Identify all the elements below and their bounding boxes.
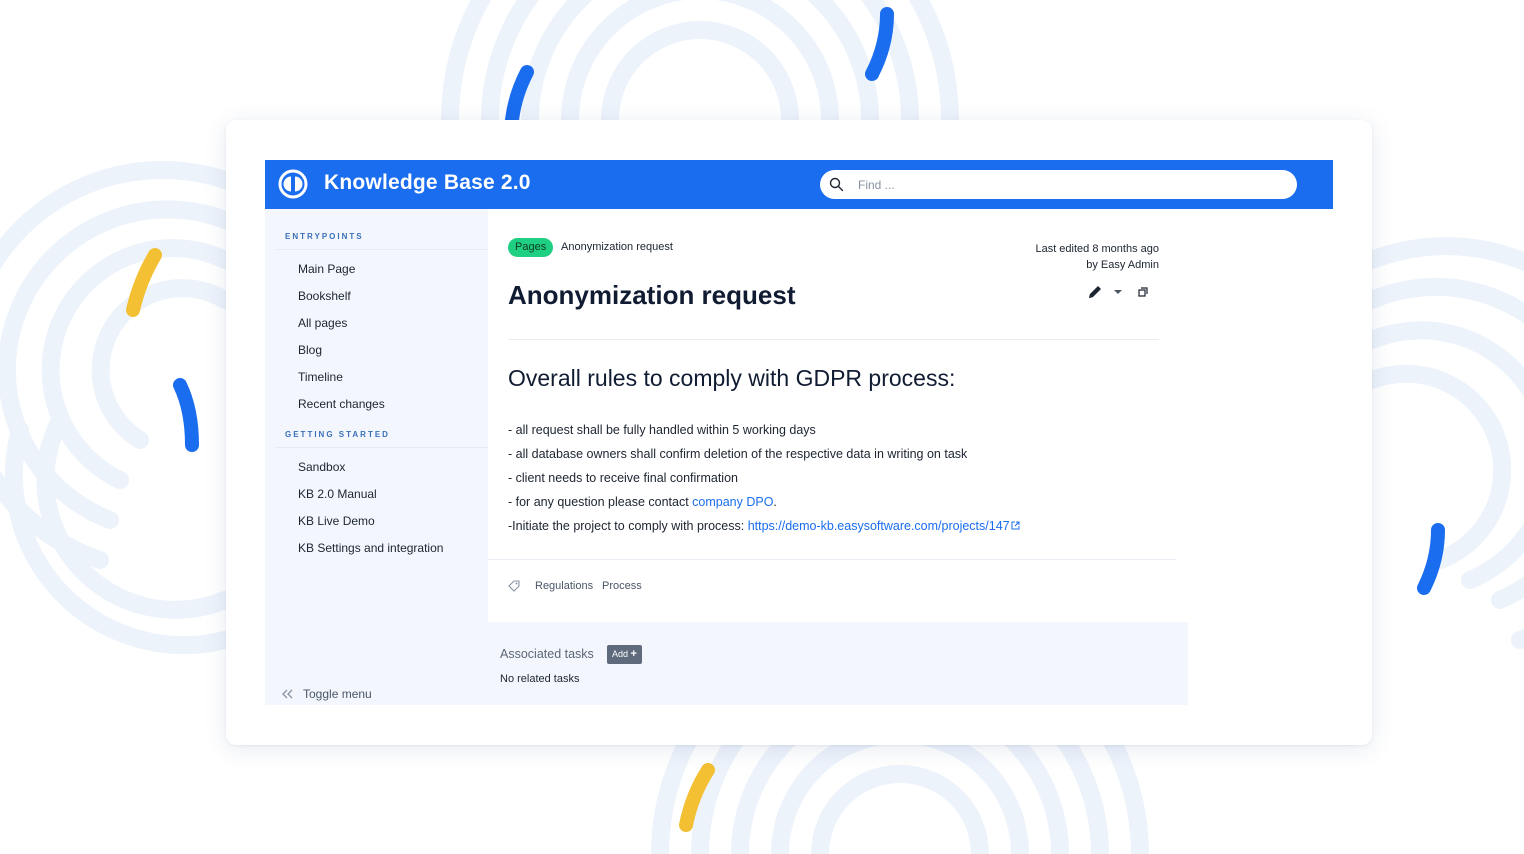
last-edited-by[interactable]: by Easy Admin (1035, 257, 1159, 273)
toggle-menu-label: Toggle menu (303, 687, 372, 701)
search-box[interactable] (820, 170, 1297, 199)
divider (508, 339, 1159, 340)
external-link-icon (1011, 521, 1020, 530)
expand-icon[interactable] (1138, 287, 1148, 297)
sidebar-item-main-page[interactable]: Main Page (298, 262, 355, 276)
page-tools (1086, 283, 1166, 301)
tag-regulations[interactable]: Regulations (535, 580, 593, 592)
sidebar-item-bookshelf[interactable]: Bookshelf (298, 289, 351, 303)
project-link[interactable]: https://demo-kb.easysoftware.com/project… (748, 519, 1010, 533)
sidebar-item-all-pages[interactable]: All pages (298, 316, 347, 330)
contact-suffix: . (773, 495, 777, 509)
tag-process[interactable]: Process (602, 580, 642, 592)
sidebar-item-recent-changes[interactable]: Recent changes (298, 397, 385, 411)
top-bar: Knowledge Base 2.0 (265, 160, 1333, 209)
contact-prefix: - for any question please contact (508, 495, 693, 509)
divider (488, 559, 1176, 560)
page-title: Anonymization request (508, 280, 796, 310)
sidebar-divider (275, 447, 488, 448)
sidebar-item-timeline[interactable]: Timeline (298, 370, 343, 384)
section-heading: Overall rules to comply with GDPR proces… (508, 365, 956, 391)
no-related-tasks: No related tasks (500, 673, 580, 685)
logo-icon[interactable] (278, 169, 308, 199)
contact-line: - for any question please contact compan… (508, 495, 777, 509)
associated-tasks-panel: Associated tasks Add + No related tasks (488, 622, 1188, 705)
plus-icon: + (630, 648, 637, 660)
sidebar-item-kb-manual[interactable]: KB 2.0 Manual (298, 487, 377, 501)
rule-line: - all request shall be fully handled wit… (508, 423, 816, 437)
caret-down-icon[interactable] (1113, 288, 1123, 296)
last-edited-time[interactable]: 8 months ago (1092, 243, 1159, 255)
breadcrumb[interactable]: Anonymization request (561, 241, 673, 253)
project-line: -Initiate the project to comply with pro… (508, 519, 1020, 533)
rule-line: - all database owners shall confirm dele… (508, 447, 968, 461)
page-content: Pages Anonymization request Last edited … (488, 209, 1176, 622)
double-chevron-left-icon (282, 689, 293, 699)
sidebar-item-sandbox[interactable]: Sandbox (298, 460, 345, 474)
search-input[interactable] (856, 173, 1280, 197)
toggle-menu-button[interactable]: Toggle menu (281, 687, 372, 701)
sidebar: ENTRYPOINTS Main Page Bookshelf All page… (265, 209, 488, 705)
sidebar-section-entrypoints: ENTRYPOINTS (285, 232, 364, 241)
pages-badge[interactable]: Pages (508, 238, 554, 257)
last-edited-prefix: Last edited (1035, 243, 1090, 255)
sidebar-item-kb-live-demo[interactable]: KB Live Demo (298, 514, 375, 528)
rule-line: - client needs to receive final confirma… (508, 471, 738, 485)
associated-tasks-title: Associated tasks (500, 647, 594, 661)
app-title[interactable]: Knowledge Base 2.0 (324, 171, 531, 195)
sidebar-divider (275, 249, 488, 250)
search-icon (829, 177, 844, 192)
edit-pencil-icon[interactable] (1086, 283, 1104, 301)
add-task-label: Add (612, 649, 629, 659)
sidebar-item-blog[interactable]: Blog (298, 343, 322, 357)
tag-icon (508, 580, 520, 592)
project-prefix: -Initiate the project to comply with pro… (508, 519, 748, 533)
sidebar-section-getting-started: GETTING STARTED (285, 430, 390, 439)
sidebar-item-kb-settings[interactable]: KB Settings and integration (298, 541, 443, 555)
company-dpo-link[interactable]: company DPO (692, 495, 773, 509)
last-edited-info: Last edited 8 months ago by Easy Admin (1035, 241, 1159, 273)
add-task-button[interactable]: Add + (607, 645, 642, 664)
